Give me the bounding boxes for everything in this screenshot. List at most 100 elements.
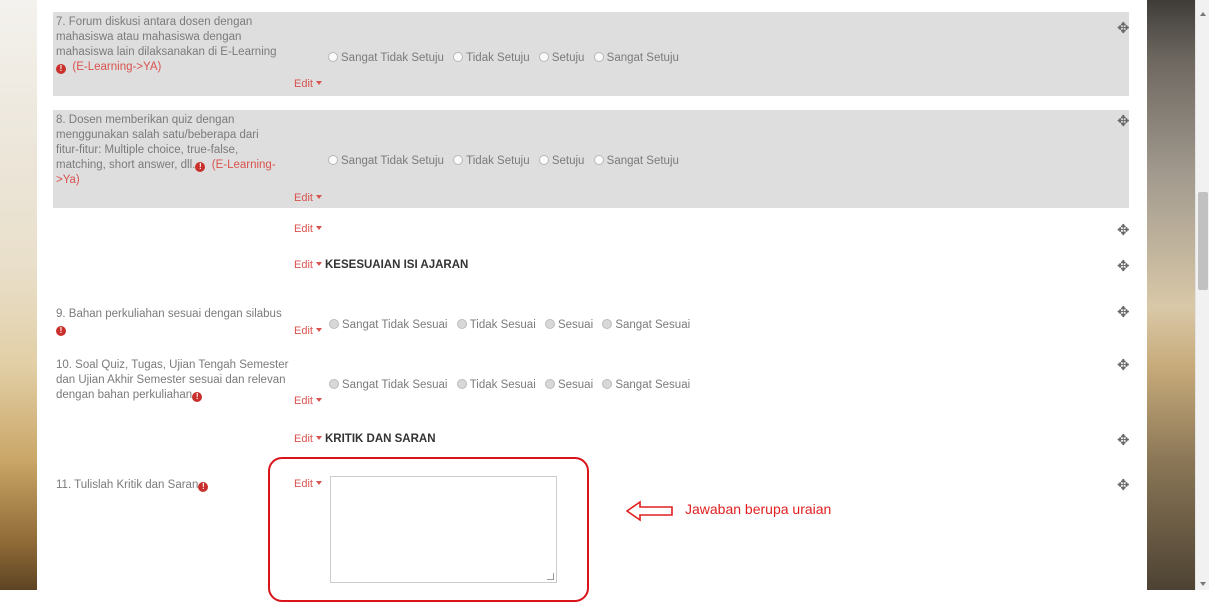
- move-icon[interactable]: ✥: [1117, 21, 1130, 36]
- option-label: Sangat Tidak Sesuai: [342, 319, 448, 331]
- edit-menu[interactable]: Edit: [294, 395, 322, 407]
- move-icon[interactable]: ✥: [1117, 433, 1130, 448]
- question-line: 7. Forum diskusi antara dosen dengan: [56, 16, 253, 28]
- radio-icon[interactable]: [544, 319, 555, 329]
- option-label: Sangat Setuju: [606, 52, 679, 64]
- radio-icon[interactable]: [593, 155, 604, 165]
- edit-menu[interactable]: Edit: [294, 259, 322, 271]
- radio-icon[interactable]: [328, 52, 338, 62]
- option-setuju[interactable]: Setuju: [538, 52, 584, 64]
- caret-down-icon: [315, 262, 322, 266]
- section-heading: KESESUAIAN ISI AJARAN: [325, 259, 469, 271]
- question-text: 9. Bahan perkuliahan sesuai dengan silab…: [56, 307, 318, 337]
- highlight-box: [268, 457, 589, 602]
- question-line: mahasiswa lain dilaksanakan di E-Learnin…: [56, 46, 277, 58]
- radio-icon[interactable]: [453, 52, 464, 62]
- option-sangat-tidak-setuju[interactable]: Sangat Tidak Setuju: [328, 52, 444, 64]
- edit-label: Edit: [294, 192, 313, 204]
- option-sangat-setuju[interactable]: Sangat Setuju: [593, 52, 679, 64]
- condition-tag-cont: >Ya): [56, 174, 80, 186]
- caret-down-icon: [315, 398, 322, 402]
- option-label: Sangat Tidak Setuju: [341, 52, 444, 64]
- edit-label: Edit: [294, 433, 313, 445]
- question-line: fitur-fitur: Multiple choice, true-false…: [56, 144, 239, 156]
- edit-menu[interactable]: Edit: [294, 78, 322, 90]
- option-label: Sangat Sesuai: [615, 319, 691, 331]
- edit-menu[interactable]: Edit: [294, 223, 322, 235]
- required-error-icon: !: [195, 162, 206, 172]
- move-icon[interactable]: ✥: [1117, 305, 1130, 320]
- required-error-icon: !: [56, 64, 66, 74]
- move-icon[interactable]: ✥: [1117, 259, 1130, 274]
- answer-options: Sangat Tidak Setuju Tidak Setuju Setuju …: [328, 52, 685, 64]
- option-label: Tidak Setuju: [466, 155, 530, 167]
- radio-icon[interactable]: [456, 379, 467, 389]
- option-sangat-sesuai[interactable]: Sangat Sesuai: [602, 379, 690, 391]
- option-label: Sesuai: [557, 319, 594, 331]
- question-line: menggunakan salah satu/beberapa dari: [56, 129, 259, 141]
- option-label: Tidak Sesuai: [469, 319, 536, 331]
- radio-icon[interactable]: [602, 379, 613, 389]
- option-sangat-setuju[interactable]: Sangat Setuju: [593, 155, 679, 167]
- caret-down-icon: [315, 226, 322, 230]
- option-label: Sangat Tidak Sesuai: [342, 379, 448, 391]
- survey-editor: 7. Forum diskusi antara dosen dengan mah…: [37, 0, 1147, 602]
- radio-icon[interactable]: [453, 155, 464, 165]
- radio-icon[interactable]: [328, 155, 338, 165]
- option-sangat-tidak-sesuai[interactable]: Sangat Tidak Sesuai: [329, 319, 448, 331]
- option-tidak-setuju[interactable]: Tidak Setuju: [453, 155, 530, 167]
- radio-icon[interactable]: [544, 379, 555, 389]
- option-label: Setuju: [551, 155, 585, 167]
- move-icon[interactable]: ✥: [1117, 478, 1130, 493]
- question-text: 7. Forum diskusi antara dosen dengan mah…: [56, 15, 318, 75]
- radio-icon[interactable]: [456, 319, 467, 329]
- option-sangat-sesuai[interactable]: Sangat Sesuai: [602, 319, 690, 331]
- required-error-icon: !: [192, 392, 203, 402]
- question-line: 10. Soal Quiz, Tugas, Ujian Tengah Semes…: [56, 359, 289, 371]
- option-sesuai[interactable]: Sesuai: [544, 379, 593, 391]
- radio-icon[interactable]: [538, 52, 549, 62]
- option-label: Tidak Sesuai: [469, 379, 536, 391]
- option-sesuai[interactable]: Sesuai: [544, 319, 594, 331]
- option-setuju[interactable]: Setuju: [538, 155, 585, 167]
- option-sangat-tidak-setuju[interactable]: Sangat Tidak Setuju: [328, 155, 444, 167]
- edit-menu[interactable]: Edit: [294, 433, 322, 445]
- scrollbar[interactable]: [1195, 0, 1209, 590]
- required-error-icon: !: [56, 326, 66, 336]
- question-line: mahasiswa atau mahasiswa dengan: [56, 31, 242, 43]
- move-icon[interactable]: ✥: [1117, 223, 1130, 238]
- question-text: 8. Dosen memberikan quiz dengan mengguna…: [56, 113, 318, 188]
- question-row-9: 9. Bahan perkuliahan sesuai dengan silab…: [53, 302, 1130, 342]
- scroll-up-icon[interactable]: [1200, 12, 1206, 16]
- option-label: Sangat Sesuai: [615, 379, 691, 391]
- scroll-down-icon[interactable]: [1200, 582, 1206, 586]
- question-row-7: 7. Forum diskusi antara dosen dengan mah…: [53, 12, 1130, 96]
- question-row-11: 11. Tulislah Kritik dan Saran! Edit ✥: [53, 474, 1130, 494]
- question-line: 11. Tulislah Kritik dan Saran: [56, 479, 199, 491]
- answer-options: Sangat Tidak Sesuai Tidak Sesuai Sesuai …: [329, 379, 696, 391]
- required-error-icon: !: [198, 482, 209, 492]
- edit-menu[interactable]: Edit: [294, 325, 322, 337]
- question-line: dengan bahan perkuliahan: [56, 389, 193, 401]
- option-sangat-tidak-sesuai[interactable]: Sangat Tidak Sesuai: [329, 379, 448, 391]
- move-icon[interactable]: ✥: [1117, 358, 1130, 373]
- radio-icon[interactable]: [329, 319, 339, 329]
- edit-label: Edit: [294, 223, 313, 235]
- edit-menu[interactable]: Edit: [294, 192, 322, 204]
- question-line: dan Ujian Akhir Semester sesuai dan rele…: [56, 374, 286, 386]
- radio-icon[interactable]: [593, 52, 604, 62]
- option-tidak-sesuai[interactable]: Tidak Sesuai: [456, 379, 536, 391]
- question-line: matching, short answer, dll.: [56, 159, 196, 171]
- answer-options: Sangat Tidak Setuju Tidak Setuju Setuju …: [328, 155, 685, 167]
- radio-icon[interactable]: [538, 155, 549, 165]
- move-icon[interactable]: ✥: [1117, 114, 1130, 129]
- radio-icon[interactable]: [602, 319, 613, 329]
- left-arrow-icon: [626, 500, 673, 522]
- section-row-isi: Edit KESESUAIAN ISI AJARAN ✥: [53, 256, 1130, 278]
- answer-options: Sangat Tidak Sesuai Tidak Sesuai Sesuai …: [329, 319, 696, 331]
- option-tidak-sesuai[interactable]: Tidak Sesuai: [456, 319, 536, 331]
- option-tidak-setuju[interactable]: Tidak Setuju: [453, 52, 530, 64]
- question-line: 8. Dosen memberikan quiz dengan: [56, 114, 235, 126]
- radio-icon[interactable]: [329, 379, 339, 389]
- scroll-thumb[interactable]: [1198, 192, 1208, 290]
